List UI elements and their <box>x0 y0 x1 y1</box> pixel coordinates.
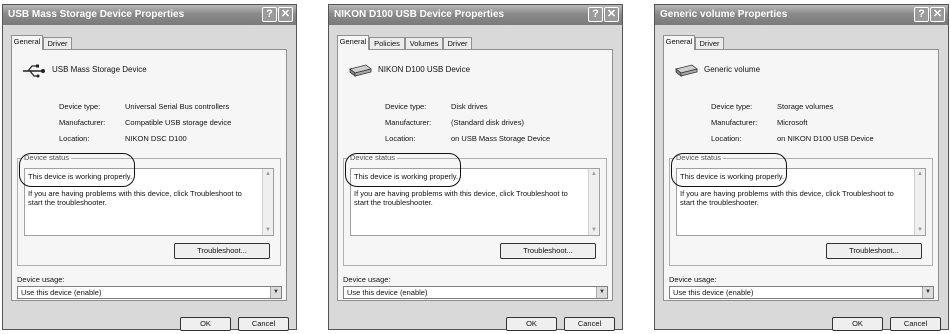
manufacturer-label: Manufacturer: <box>385 118 432 127</box>
tab-general[interactable]: General <box>337 35 369 50</box>
manufacturer-label: Manufacturer: <box>711 118 758 127</box>
tab-volumes[interactable]: Volumes <box>405 37 443 49</box>
status-highlight-oval <box>671 153 787 187</box>
help-button[interactable]: ? <box>262 7 277 22</box>
status-highlight-oval <box>345 153 461 187</box>
device-type-value: Disk drives <box>451 102 488 111</box>
disk-drive-icon <box>348 64 372 80</box>
device-usage-value: Use this device (enable) <box>21 288 102 297</box>
device-type-value: Universal Serial Bus controllers <box>125 102 230 111</box>
manufacturer-value: (Standard disk drives) <box>451 118 524 127</box>
usb-plug-icon <box>22 64 46 80</box>
device-status-group: Device status This device is working pro… <box>669 153 933 266</box>
ok-button[interactable]: OK <box>180 317 231 331</box>
general-panel: NIKON D100 USB Device Device type: Disk … <box>337 49 613 301</box>
scroll-up-icon[interactable]: ▲ <box>589 169 599 179</box>
location-value: on NIKON D100 USB Device <box>777 134 874 143</box>
location-value: NIKON DSC D100 <box>125 134 187 143</box>
status-scrollbar[interactable]: ▲ ▼ <box>588 169 599 235</box>
device-name: Generic volume <box>704 65 761 74</box>
close-button[interactable]: ✕ <box>930 7 945 22</box>
status-scrollbar[interactable]: ▲ ▼ <box>914 169 925 235</box>
device-status-group: Device status This device is working pro… <box>17 153 281 266</box>
chevron-down-icon[interactable]: ▼ <box>270 287 281 298</box>
device-status-help: If you are having problems with this dev… <box>354 189 568 207</box>
location-label: Location: <box>59 134 90 143</box>
title-bar[interactable]: USB Mass Storage Device Properties ? ✕ <box>3 5 296 25</box>
device-type-label: Device type: <box>59 102 101 111</box>
location-label: Location: <box>711 134 742 143</box>
troubleshoot-button[interactable]: Troubleshoot... <box>826 243 922 259</box>
cancel-button[interactable]: Cancel <box>890 317 941 331</box>
status-scrollbar[interactable]: ▲ ▼ <box>262 169 273 235</box>
status-highlight-oval <box>19 153 135 187</box>
disk-drive-icon <box>674 64 698 80</box>
ok-button[interactable]: OK <box>832 317 883 331</box>
ok-button[interactable]: OK <box>506 317 557 331</box>
help-button[interactable]: ? <box>914 7 929 22</box>
title-bar[interactable]: Generic volume Properties ? ✕ <box>655 5 948 25</box>
manufacturer-value: Compatible USB storage device <box>125 118 232 127</box>
dialog-title: Generic volume Properties <box>660 9 788 20</box>
troubleshoot-button[interactable]: Troubleshoot... <box>174 243 270 259</box>
device-status-group: Device status This device is working pro… <box>343 153 607 266</box>
general-panel: USB Mass Storage Device Device type: Uni… <box>11 49 287 301</box>
nikon-d100-usb-properties-dialog: NIKON D100 USB Device Properties ? ✕ Gen… <box>328 4 623 331</box>
close-button[interactable]: ✕ <box>278 7 293 22</box>
scroll-up-icon[interactable]: ▲ <box>915 169 925 179</box>
tab-driver[interactable]: Driver <box>695 37 724 49</box>
close-button[interactable]: ✕ <box>604 7 619 22</box>
device-usage-select[interactable]: Use this device (enable) ▼ <box>343 286 608 299</box>
cancel-button[interactable]: Cancel <box>564 317 615 331</box>
help-button[interactable]: ? <box>588 7 603 22</box>
generic-volume-properties-dialog: Generic volume Properties ? ✕ General Dr… <box>654 4 949 331</box>
device-status-help: If you are having problems with this dev… <box>28 189 242 207</box>
cancel-button[interactable]: Cancel <box>238 317 289 331</box>
scroll-down-icon[interactable]: ▼ <box>263 225 273 235</box>
chevron-down-icon[interactable]: ▼ <box>922 287 933 298</box>
tab-driver[interactable]: Driver <box>443 37 472 49</box>
device-type-label: Device type: <box>385 102 427 111</box>
device-usage-select[interactable]: Use this device (enable) ▼ <box>669 286 934 299</box>
general-panel: Generic volume Device type: Storage volu… <box>663 49 939 301</box>
scroll-down-icon[interactable]: ▼ <box>589 225 599 235</box>
device-usage-value: Use this device (enable) <box>347 288 428 297</box>
tab-general[interactable]: General <box>663 35 695 50</box>
manufacturer-value: Microsoft <box>777 118 808 127</box>
tab-driver[interactable]: Driver <box>43 37 72 49</box>
usb-mass-storage-properties-dialog: USB Mass Storage Device Properties ? ✕ G… <box>2 4 297 331</box>
tab-policies[interactable]: Policies <box>369 37 405 49</box>
device-usage-label: Device usage: <box>343 275 391 284</box>
device-usage-label: Device usage: <box>669 275 717 284</box>
dialog-title: NIKON D100 USB Device Properties <box>334 9 505 20</box>
tab-general[interactable]: General <box>11 35 43 50</box>
device-usage-label: Device usage: <box>17 275 65 284</box>
device-usage-select[interactable]: Use this device (enable) ▼ <box>17 286 282 299</box>
scroll-down-icon[interactable]: ▼ <box>915 225 925 235</box>
manufacturer-label: Manufacturer: <box>59 118 106 127</box>
troubleshoot-button[interactable]: Troubleshoot... <box>500 243 596 259</box>
device-usage-value: Use this device (enable) <box>673 288 754 297</box>
chevron-down-icon[interactable]: ▼ <box>596 287 607 298</box>
location-value: on USB Mass Storage Device <box>451 134 551 143</box>
device-name: NIKON D100 USB Device <box>378 65 471 74</box>
location-label: Location: <box>385 134 416 143</box>
scroll-up-icon[interactable]: ▲ <box>263 169 273 179</box>
dialog-title: USB Mass Storage Device Properties <box>8 9 185 20</box>
title-bar[interactable]: NIKON D100 USB Device Properties ? ✕ <box>329 5 622 25</box>
device-status-help: If you are having problems with this dev… <box>680 189 894 207</box>
device-name: USB Mass Storage Device <box>52 65 147 74</box>
device-type-label: Device type: <box>711 102 753 111</box>
device-type-value: Storage volumes <box>777 102 834 111</box>
